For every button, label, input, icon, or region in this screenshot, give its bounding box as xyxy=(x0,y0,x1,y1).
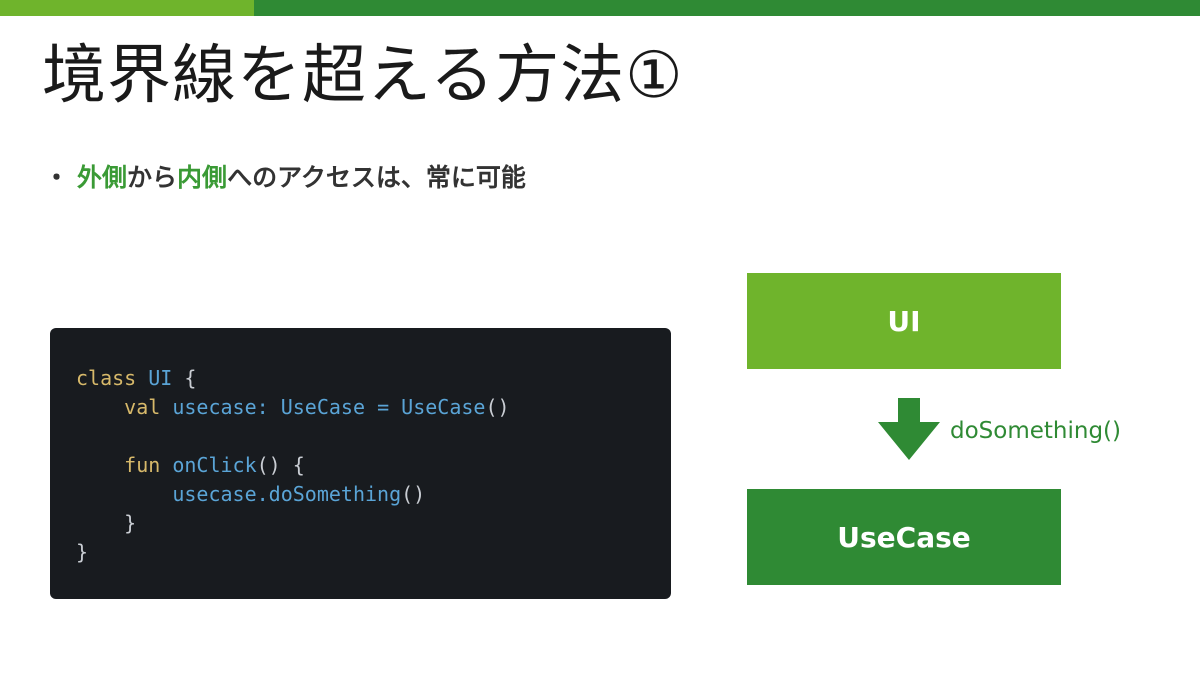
top-accent-bar xyxy=(0,0,1200,16)
usecase-box: UseCase xyxy=(747,489,1061,585)
bullet-point: ・外側から内側へのアクセスは、常に可能 xyxy=(44,158,526,198)
code-line-4: fun onClick() { xyxy=(124,453,305,477)
bullet-text-from: から xyxy=(127,163,178,192)
bullet-dot: ・ xyxy=(44,163,70,192)
bullet-text-rest: へのアクセスは、常に可能 xyxy=(227,163,526,192)
arrow-label: doSomething() xyxy=(950,418,1122,444)
code-line-7: } xyxy=(76,540,89,564)
code-line-6: } xyxy=(124,511,137,535)
accent-bar-light xyxy=(0,0,254,16)
code-line-2: val usecase: UseCase = UseCase() xyxy=(124,395,510,419)
down-arrow-icon xyxy=(878,398,940,460)
code-line-1: class UI { xyxy=(76,366,197,390)
ui-box: UI xyxy=(747,273,1061,369)
code-line-5: usecase.doSomething() xyxy=(172,482,426,506)
bullet-highlight-inside: 内側 xyxy=(177,163,228,192)
code-panel: class UI { val usecase: UseCase = UseCas… xyxy=(50,328,671,599)
bullet-highlight-outside: 外側 xyxy=(77,163,128,192)
accent-bar-dark xyxy=(254,0,1200,16)
slide-title: 境界線を超える方法① xyxy=(42,39,684,113)
